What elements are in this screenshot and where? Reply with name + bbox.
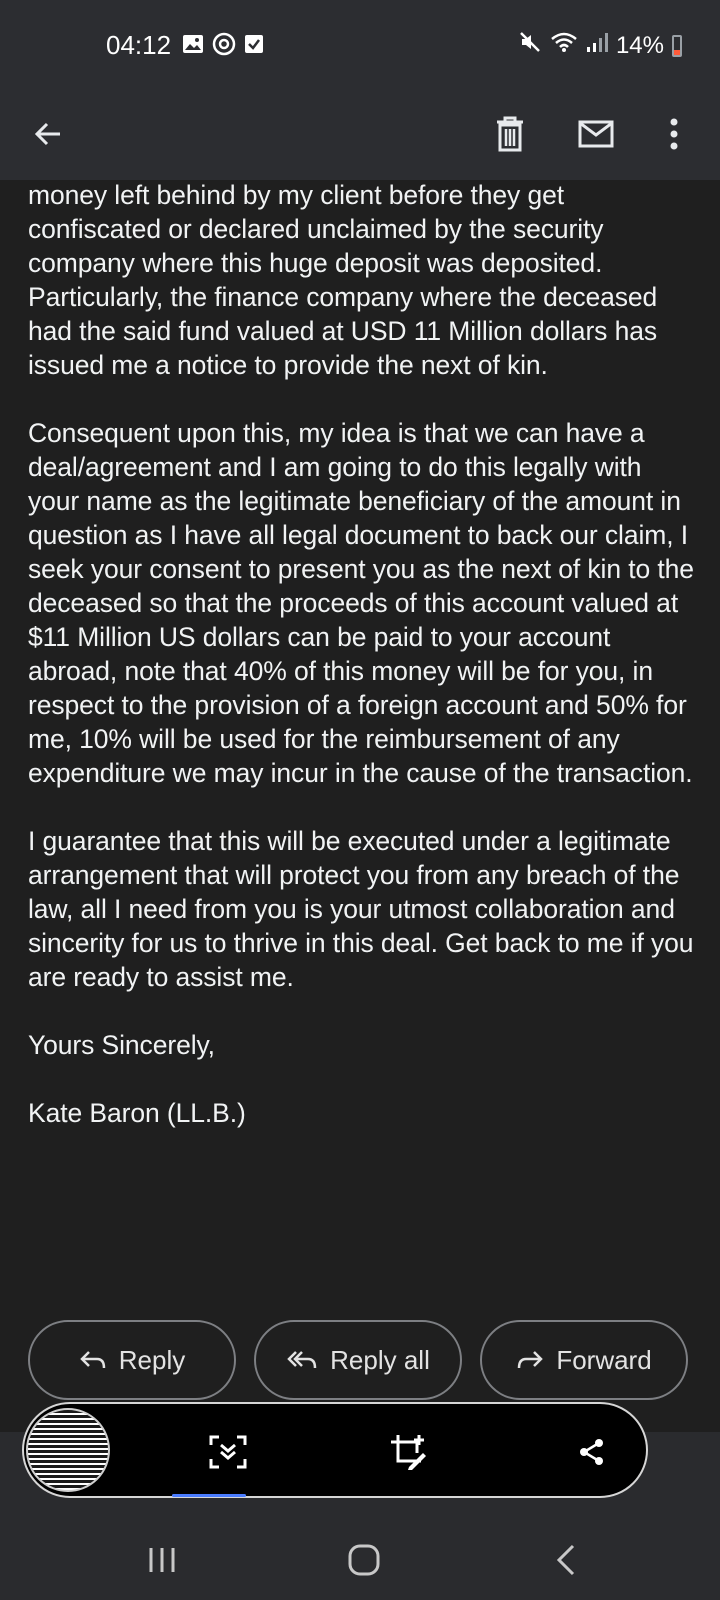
navigation-bar (0, 1520, 720, 1600)
status-system-icons: 14% (518, 30, 682, 61)
email-signoff: Yours Sincerely, (28, 1030, 215, 1060)
crop-edit-button[interactable] (388, 1432, 428, 1472)
back-arrow-icon (34, 122, 60, 146)
sync-icon (212, 32, 236, 61)
screenshot-thumbnail[interactable] (26, 1408, 110, 1492)
reply-actions: Reply Reply all Forward (28, 1320, 692, 1402)
more-options-button[interactable] (648, 108, 700, 160)
reply-button[interactable]: Reply (28, 1320, 236, 1400)
checkbox-icon (244, 34, 264, 59)
status-time: 04:12 (106, 30, 172, 60)
email-signature: Kate Baron (LL.B.) (28, 1098, 246, 1128)
home-button[interactable] (334, 1530, 394, 1590)
battery-icon (672, 34, 682, 57)
forward-button[interactable]: Forward (480, 1320, 688, 1400)
reply-label: Reply (118, 1344, 186, 1375)
nav-back-button[interactable] (536, 1530, 596, 1590)
recents-icon (149, 1548, 175, 1572)
email-paragraph: Consequent upon this, my idea is that we… (28, 418, 694, 788)
forward-label: Forward (556, 1344, 652, 1375)
back-button[interactable] (22, 108, 74, 160)
mark-unread-button[interactable] (570, 108, 622, 160)
share-icon (580, 1439, 603, 1465)
screenshot-toolbar (22, 1402, 648, 1498)
gallery-icon (182, 34, 204, 59)
delete-icon (497, 116, 523, 152)
app-bar (0, 90, 720, 180)
mute-icon (518, 30, 542, 61)
email-paragraph: money left behind by my client before th… (28, 180, 658, 380)
delete-button[interactable] (484, 108, 536, 160)
wifi-icon (550, 31, 578, 60)
email-body: money left behind by my client before th… (28, 178, 694, 1164)
status-notification-icons (182, 32, 264, 61)
signal-icon (586, 31, 608, 60)
forward-icon (518, 1351, 544, 1369)
home-icon (348, 1544, 380, 1576)
reply-all-button[interactable]: Reply all (254, 1320, 462, 1400)
share-button[interactable] (572, 1432, 612, 1472)
reply-all-label: Reply all (330, 1344, 430, 1375)
scroll-capture-button[interactable] (208, 1432, 248, 1472)
reply-icon (79, 1351, 105, 1369)
back-icon (556, 1544, 575, 1576)
mark-unread-icon (578, 120, 614, 148)
status-bar: 04:12 14% (0, 0, 720, 90)
battery-percent: 14% (615, 31, 664, 59)
more-vertical-icon (670, 118, 678, 150)
toolbar-indicator (172, 1494, 246, 1497)
crop-edit-icon (391, 1435, 426, 1470)
recents-button[interactable] (132, 1530, 192, 1590)
email-paragraph: I guarantee that this will be executed u… (28, 826, 694, 992)
scroll-capture-icon (209, 1435, 247, 1469)
reply-all-icon (287, 1351, 317, 1369)
